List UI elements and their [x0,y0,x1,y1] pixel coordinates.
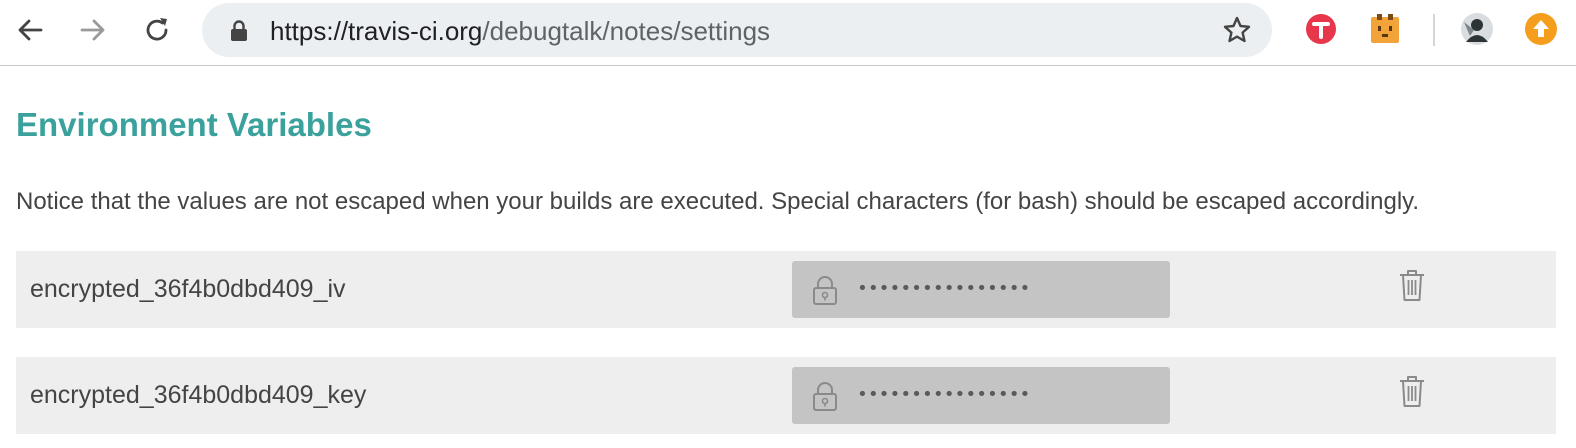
back-button[interactable] [10,10,50,50]
padlock-icon [813,276,837,305]
masked-value: •••••••••••••••• [857,278,1031,299]
reload-icon [146,18,168,41]
toolbar-divider [1433,14,1435,46]
forward-button[interactable] [73,10,113,50]
trash-icon[interactable] [1398,269,1426,303]
masked-value: •••••••••••••••• [857,384,1031,405]
todoist-extension-icon[interactable] [1304,12,1338,46]
env-variable-name: encrypted_36f4b0dbd409_key [30,381,367,409]
star-icon[interactable] [1222,15,1252,45]
page-title: Environment Variables [16,106,372,143]
update-arrow-icon[interactable] [1524,12,1558,46]
url-host: https://travis-ci.org [270,16,483,46]
env-variable-row: encrypted_36f4b0dbd409_iv ••••••••••••••… [16,251,1556,328]
url-path: /debugtalk/notes/settings [482,16,771,46]
env-variable-value-field: •••••••••••••••• [792,367,1170,424]
address-bar[interactable]: https://travis-ci.org/debugtalk/notes/se… [202,3,1272,57]
reload-button[interactable] [137,10,177,50]
env-variable-row: encrypted_36f4b0dbd409_key •••••••••••••… [16,357,1556,434]
url-text[interactable]: https://travis-ci.org/debugtalk/notes/se… [270,16,770,47]
profile-avatar-icon[interactable] [1460,12,1494,46]
lock-icon [231,20,247,41]
extension-face-icon[interactable] [1368,12,1402,46]
env-variable-name: encrypted_36f4b0dbd409_iv [30,275,346,303]
env-notice: Notice that the values are not escaped w… [16,188,1420,215]
back-arrow-icon [18,19,43,41]
forward-arrow-icon [80,19,105,41]
env-variable-value-field: •••••••••••••••• [792,261,1170,318]
browser-toolbar: https://travis-ci.org/debugtalk/notes/se… [0,0,1576,66]
trash-icon[interactable] [1398,375,1426,409]
padlock-icon [813,382,837,411]
